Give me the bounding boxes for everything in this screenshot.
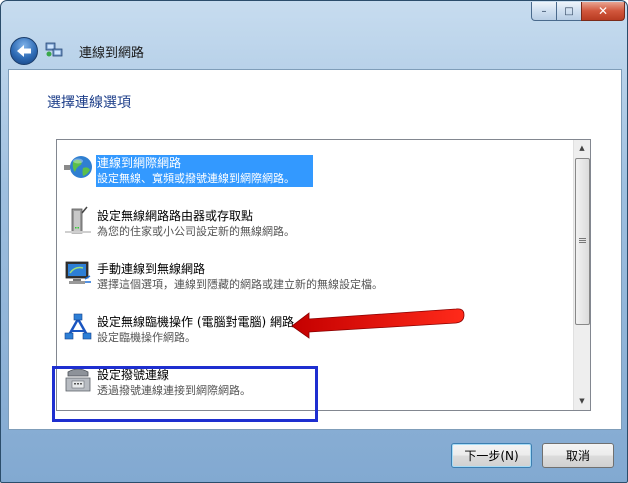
dialog-window: – □ ✕ 連線到網路 選擇連線選項 連線到網際網路 設定無線、寬頻或撥號連線到… bbox=[0, 0, 628, 483]
network-icon bbox=[45, 42, 63, 58]
scroll-up-icon[interactable]: ▲ bbox=[574, 140, 590, 156]
option-description: 設定無線、寬頻或撥號連線到網際網路。 bbox=[97, 172, 295, 185]
grip-line bbox=[579, 240, 586, 241]
list-item-connect-internet[interactable]: 連線到網際網路 設定無線、寬頻或撥號連線到網際網路。 bbox=[57, 144, 573, 194]
option-description: 設定臨機操作網路。 bbox=[97, 331, 196, 344]
next-button[interactable]: 下一步(N) bbox=[451, 443, 532, 468]
grip-line bbox=[579, 242, 586, 243]
window-title: 連線到網路 bbox=[79, 46, 145, 61]
internet-globe-icon bbox=[63, 152, 93, 182]
list-item-adhoc-network[interactable]: 設定無線臨機操作 (電腦對電腦) 網路 設定臨機操作網路。 bbox=[57, 303, 573, 353]
list-item-wireless-router[interactable]: 設定無線網路路由器或存取點 為您的住家或小公司設定新的無線網路。 bbox=[57, 197, 573, 247]
list-item-manual-wireless[interactable]: 手動連線到無線網路 選擇這個選項，連線到隱藏的網路或建立新的無線設定檔。 bbox=[57, 250, 573, 300]
close-button[interactable]: ✕ bbox=[581, 2, 625, 21]
grip-line bbox=[579, 238, 586, 239]
maximize-button[interactable]: □ bbox=[556, 2, 582, 21]
option-title: 設定無線臨機操作 (電腦對電腦) 網路 bbox=[97, 315, 294, 329]
adhoc-network-icon bbox=[63, 311, 93, 341]
content-pane: 選擇連線選項 連線到網際網路 設定無線、寬頻或撥號連線到網際網路。 設定無線網路… bbox=[8, 69, 622, 430]
minimize-button[interactable]: – bbox=[531, 2, 557, 21]
dialog-footer: 下一步(N) 取消 bbox=[8, 430, 620, 474]
option-description: 為您的住家或小公司設定新的無線網路。 bbox=[97, 225, 295, 238]
scroll-down-icon[interactable]: ▼ bbox=[574, 393, 590, 409]
option-description: 選擇這個選項，連線到隱藏的網路或建立新的無線設定檔。 bbox=[97, 278, 383, 291]
wireless-router-icon bbox=[63, 205, 93, 235]
wireless-manual-icon bbox=[63, 258, 93, 288]
option-title: 設定無線網路路由器或存取點 bbox=[97, 209, 254, 223]
page-heading: 選擇連線選項 bbox=[47, 95, 131, 111]
vertical-scrollbar[interactable]: ▲ ▼ bbox=[573, 140, 590, 410]
navigation-bar: 連線到網路 bbox=[1, 35, 627, 69]
title-bar[interactable]: – □ ✕ bbox=[1, 1, 627, 35]
option-title: 手動連線到無線網路 bbox=[97, 262, 206, 276]
cancel-button[interactable]: 取消 bbox=[542, 443, 614, 468]
option-title: 連線到網際網路 bbox=[97, 156, 182, 170]
annotation-highlight-box bbox=[52, 366, 318, 422]
scrollbar-thumb[interactable] bbox=[575, 158, 590, 325]
back-arrow-icon[interactable] bbox=[10, 37, 38, 65]
